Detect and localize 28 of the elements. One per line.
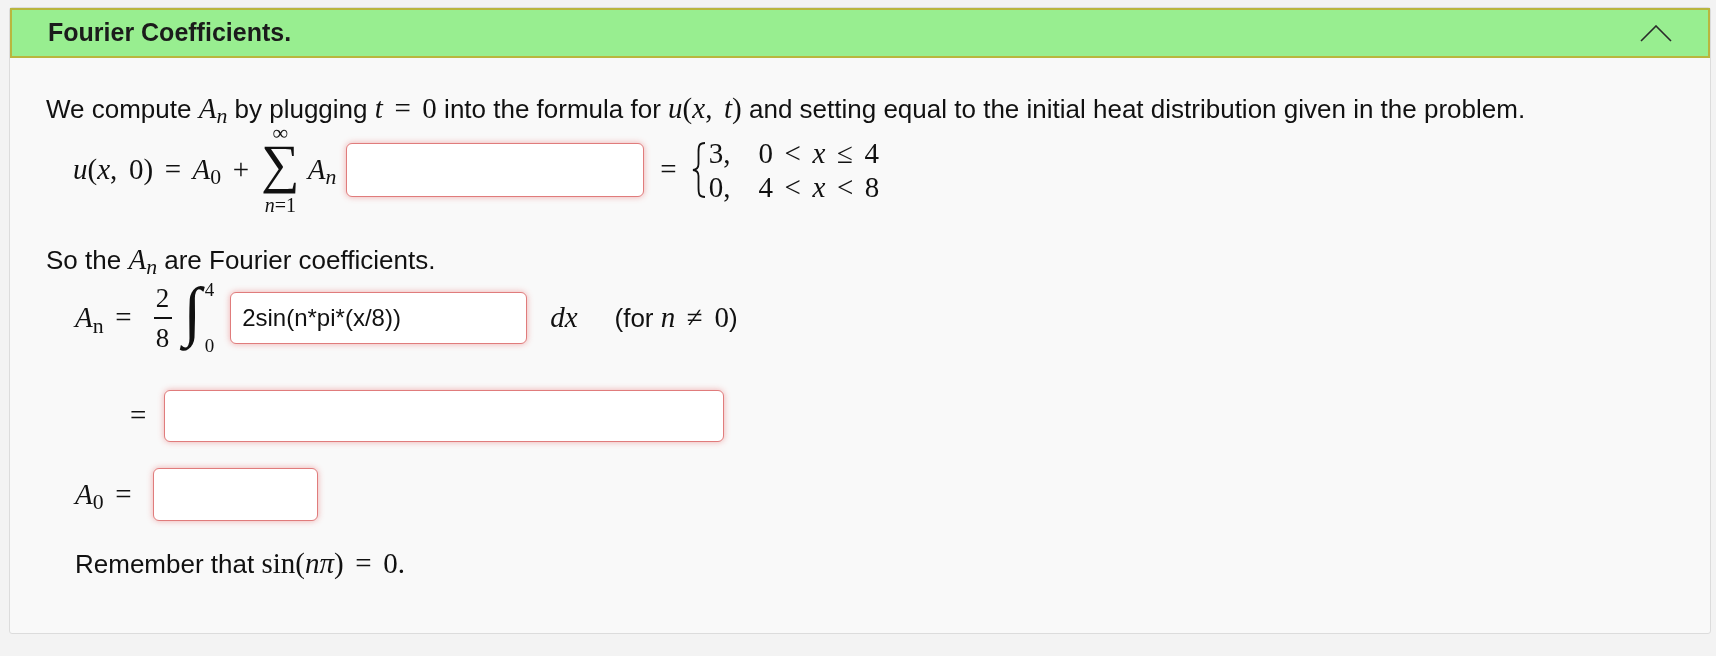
condition-text: (for n ≠ 0): [614, 300, 738, 336]
answer-field[interactable]: 2sin(n*pi*(x/8)): [230, 292, 528, 344]
answer-field[interactable]: [152, 468, 318, 521]
equation-text: u(x, 0) = A$_{0}$ +: [73, 151, 250, 192]
equals-sign: =: [660, 151, 677, 187]
case-value: 0,: [708, 169, 731, 204]
section-header[interactable]: Fourier Coefficients.: [10, 8, 1710, 58]
fraction-numerator: 2: [155, 285, 170, 312]
note-text: So the A$_{n}$ are Fourier coefficients.: [46, 244, 436, 275]
integral-upper-limit: 4: [204, 281, 215, 299]
equals-sign: =: [130, 398, 147, 434]
reminder-text: Remember that sin(nπ) = 0.: [75, 548, 405, 579]
differential-text: dx: [550, 300, 578, 336]
case-condition: 4 < x < 8: [758, 169, 880, 204]
brace-icon: [691, 141, 706, 198]
coefficient-term: A$_{n}$: [307, 151, 337, 192]
equation-text: A$_{n}$ =: [75, 300, 132, 340]
intro-text: We compute A$_{n}$ by plugging t = 0 into the formula for u(x, t) and setting equal to the initial heat distribution given in the problem.: [46, 94, 1526, 123]
case-value: 3,: [708, 135, 731, 170]
answer-field[interactable]: [164, 390, 725, 442]
integral-lower-limit: 0: [204, 337, 215, 355]
fraction-denominator: 8: [155, 324, 170, 351]
sum-lower-limit: n=1: [264, 196, 297, 214]
summation-sign: ∑: [261, 141, 300, 196]
answer-field[interactable]: [346, 142, 645, 197]
equation-text: A$_{0}$ =: [75, 476, 132, 517]
sum-upper-limit: ∞: [272, 125, 289, 141]
case-condition: 0 < x ≤ 4: [758, 135, 880, 170]
